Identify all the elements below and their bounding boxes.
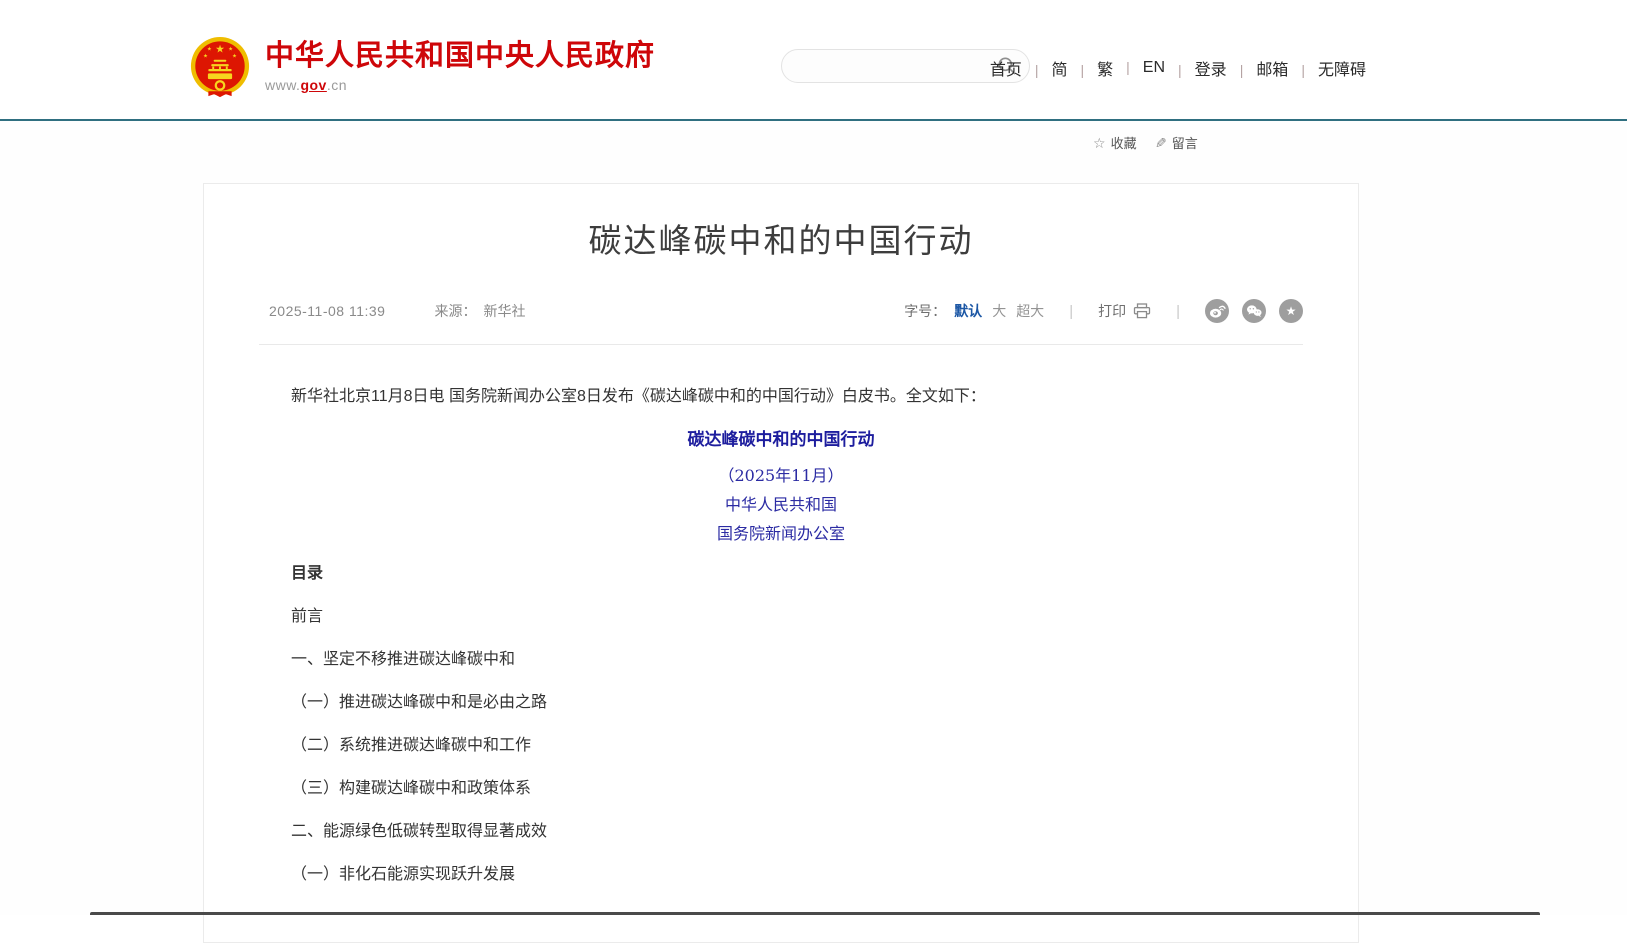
- meta-right: 字号： 默认 大 超大 | 打印 |: [904, 299, 1303, 323]
- star-share-icon[interactable]: ★: [1279, 299, 1303, 323]
- meta-left: 2025-11-08 11:39 来源： 新华社: [269, 301, 525, 321]
- star-outline-icon: ☆: [1093, 135, 1106, 151]
- search-input[interactable]: [782, 51, 997, 81]
- nav-link[interactable]: 繁: [1068, 56, 1114, 80]
- document-title: 碳达峰碳中和的中国行动: [259, 418, 1303, 461]
- document-org-line1: 中华人民共和国: [259, 490, 1303, 519]
- site-brand[interactable]: ★ ★ ★ ★ ★ 中华人民共和国中央人民政府: [189, 36, 655, 100]
- nav-link[interactable]: 无障碍: [1288, 56, 1366, 80]
- publish-date: 2025-11-08 11:39: [269, 303, 385, 319]
- weibo-share-icon[interactable]: [1205, 299, 1229, 323]
- article-card: 碳达峰碳中和的中国行动 2025-11-08 11:39 来源： 新华社 字号：…: [203, 183, 1359, 943]
- page-toolbar: ☆收藏 ✎留言: [0, 131, 1627, 155]
- favorite-button[interactable]: ☆收藏: [1093, 133, 1137, 152]
- article-meta-row: 2025-11-08 11:39 来源： 新华社 字号： 默认 大 超大 | 打…: [259, 299, 1303, 345]
- intro-paragraph: 新华社北京11月8日电 国务院新闻办公室8日发布《碳达峰碳中和的中国行动》白皮书…: [259, 375, 1303, 418]
- font-size-label: 字号：: [904, 301, 946, 321]
- nav-link[interactable]: 登录: [1165, 56, 1227, 80]
- top-nav: 首页简繁EN登录邮箱无障碍: [990, 56, 1366, 80]
- font-size-large-button[interactable]: 大: [992, 301, 1006, 321]
- site-header: ★ ★ ★ ★ ★ 中华人民共和国中央人民政府: [0, 0, 1627, 121]
- article-body: 新华社北京11月8日电 国务院新闻办公室8日发布《碳达峰碳中和的中国行动》白皮书…: [259, 375, 1303, 896]
- article-title: 碳达峰碳中和的中国行动: [259, 217, 1303, 265]
- printer-icon: [1133, 303, 1151, 319]
- brand-text: 中华人民共和国中央人民政府 www.gov.cn: [265, 36, 655, 93]
- svg-text:★: ★: [203, 53, 208, 59]
- page: ★ ★ ★ ★ ★ 中华人民共和国中央人民政府: [0, 0, 1627, 915]
- toc-item: （一）推进碳达峰碳中和是必由之路: [259, 681, 1303, 724]
- toc-item: 一、坚定不移推进碳达峰碳中和: [259, 638, 1303, 681]
- message-button[interactable]: ✎留言: [1155, 133, 1198, 152]
- nav-link[interactable]: EN: [1113, 59, 1165, 77]
- toc-item: 二、能源绿色低碳转型取得显著成效: [259, 810, 1303, 853]
- svg-text:★: ★: [1286, 304, 1297, 318]
- toc-list: 前言一、坚定不移推进碳达峰碳中和（一）推进碳达峰碳中和是必由之路（二）系统推进碳…: [259, 595, 1303, 896]
- svg-text:★: ★: [228, 47, 233, 53]
- svg-text:★: ★: [232, 53, 237, 59]
- print-button[interactable]: 打印: [1098, 301, 1151, 321]
- toc-heading: 目录: [259, 552, 1303, 595]
- document-org-line2: 国务院新闻办公室: [259, 519, 1303, 548]
- nav-link[interactable]: 邮箱: [1227, 56, 1289, 80]
- toc-item: （一）非化石能源实现跃升发展: [259, 853, 1303, 896]
- svg-text:★: ★: [207, 47, 212, 53]
- toc-item: （二）系统推进碳达峰碳中和工作: [259, 724, 1303, 767]
- document-date: （2025年11月）: [259, 461, 1303, 490]
- font-size-default-button[interactable]: 默认: [954, 301, 982, 321]
- svg-text:★: ★: [215, 44, 225, 56]
- site-url[interactable]: www.gov.cn: [265, 77, 655, 93]
- national-emblem-logo: ★ ★ ★ ★ ★: [189, 36, 251, 100]
- toc-item: 前言: [259, 595, 1303, 638]
- divider: |: [1069, 303, 1073, 320]
- nav-link[interactable]: 首页: [990, 56, 1022, 80]
- source-label: 来源：: [434, 301, 476, 321]
- share-group: ★: [1205, 299, 1303, 323]
- source-link[interactable]: 新华社: [483, 301, 525, 321]
- pencil-icon: ✎: [1155, 135, 1167, 152]
- font-size-xlarge-button[interactable]: 超大: [1016, 301, 1044, 321]
- site-title: 中华人民共和国中央人民政府: [265, 40, 655, 72]
- wechat-share-icon[interactable]: [1242, 299, 1266, 323]
- divider: |: [1176, 303, 1180, 320]
- toc-item: （三）构建碳达峰碳中和政策体系: [259, 767, 1303, 810]
- nav-link[interactable]: 简: [1022, 56, 1068, 80]
